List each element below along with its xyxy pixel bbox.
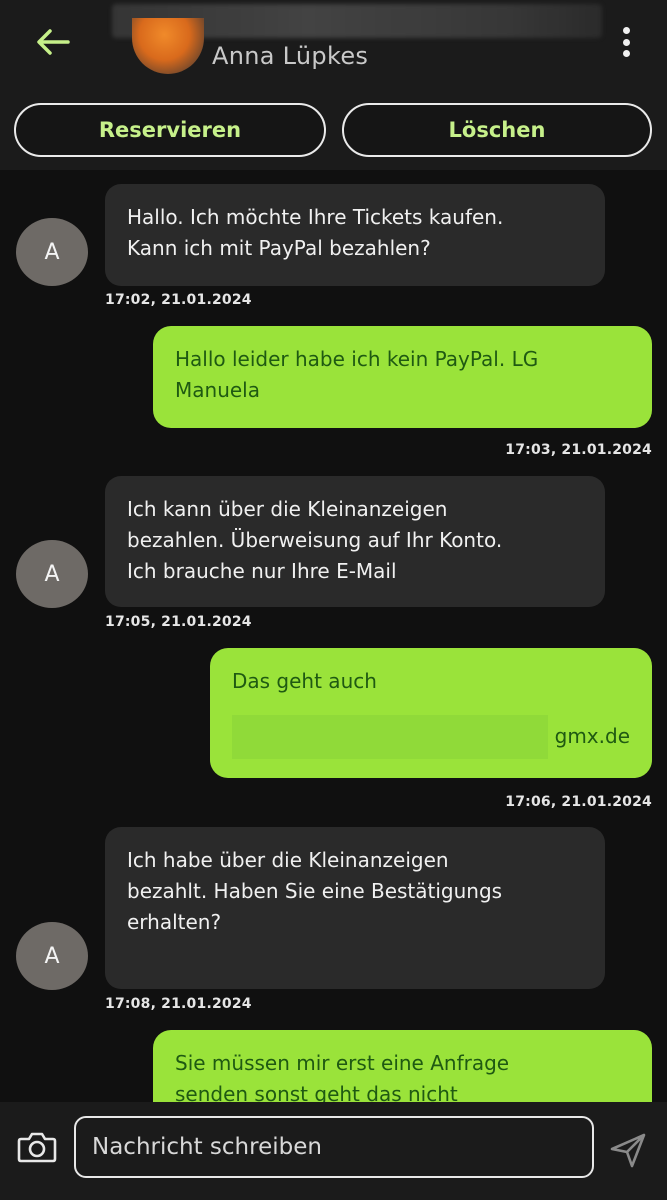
chat-screen: Anna Lüpkes Reservieren Löschen Hallo. I…	[0, 0, 667, 1200]
message-line: bezahlt. Haben Sie eine Bestätigungs	[127, 879, 503, 903]
message-timestamp: 17:02, 21.01.2024	[105, 292, 252, 308]
avatar[interactable]: A	[16, 218, 88, 286]
message-line: Ich kann über die Kleinanzeigen	[127, 497, 448, 521]
message-line: Hallo leider habe ich kein PayPal. LG	[175, 347, 539, 371]
camera-icon	[17, 1132, 57, 1163]
send-icon	[610, 1133, 646, 1168]
back-button[interactable]	[30, 22, 76, 62]
avatar[interactable]: A	[16, 922, 88, 990]
message-line: Sie müssen mir erst eine Anfrage	[175, 1051, 510, 1075]
avatar[interactable]: A	[16, 540, 88, 608]
composer-bar	[0, 1102, 667, 1200]
message-bubble-incoming: Hallo. Ich möchte Ihre Tickets kaufen. K…	[105, 184, 605, 286]
redacted-email	[232, 715, 548, 759]
message-bubble-incoming: Ich habe über die Kleinanzeigen bezahlt.…	[105, 827, 605, 989]
message-timestamp: 17:06, 21.01.2024	[505, 794, 652, 810]
send-button[interactable]	[606, 1128, 650, 1172]
message-bubble-outgoing: Das geht auch gmx.de	[210, 648, 652, 778]
arrow-left-icon	[37, 29, 70, 55]
message-line: Ich brauche nur Ihre E-Mail	[127, 559, 397, 583]
reserve-button[interactable]: Reservieren	[14, 103, 326, 157]
message-line: Manuela	[175, 378, 260, 402]
message-timestamp: 17:05, 21.01.2024	[105, 614, 252, 630]
message-input[interactable]	[74, 1116, 594, 1178]
message-timestamp: 17:03, 21.01.2024	[505, 442, 652, 458]
message-bubble-incoming: Ich kann über die Kleinanzeigen bezahlen…	[105, 476, 605, 607]
message-timestamp: 17:08, 21.01.2024	[105, 996, 252, 1012]
contact-avatar[interactable]	[132, 18, 204, 74]
message-line: Hallo. Ich möchte Ihre Tickets kaufen.	[127, 205, 504, 229]
message-line: Kann ich mit PayPal bezahlen?	[127, 236, 431, 260]
contact-name: Anna Lüpkes	[212, 42, 369, 70]
email-address: gmx.de	[232, 715, 630, 759]
chat-header: Anna Lüpkes Reservieren Löschen	[0, 0, 667, 170]
message-line: bezahlen. Überweisung auf Ihr Konto.	[127, 528, 503, 552]
email-domain: gmx.de	[554, 724, 630, 748]
message-line: Ich habe über die Kleinanzeigen	[127, 848, 449, 872]
message-line: Das geht auch	[232, 669, 377, 693]
message-bubble-outgoing: Hallo leider habe ich kein PayPal. LG Ma…	[153, 326, 652, 428]
camera-button[interactable]	[16, 1126, 58, 1168]
message-line: erhalten?	[127, 910, 222, 934]
more-vertical-icon[interactable]	[614, 24, 638, 60]
delete-button[interactable]: Löschen	[342, 103, 652, 157]
